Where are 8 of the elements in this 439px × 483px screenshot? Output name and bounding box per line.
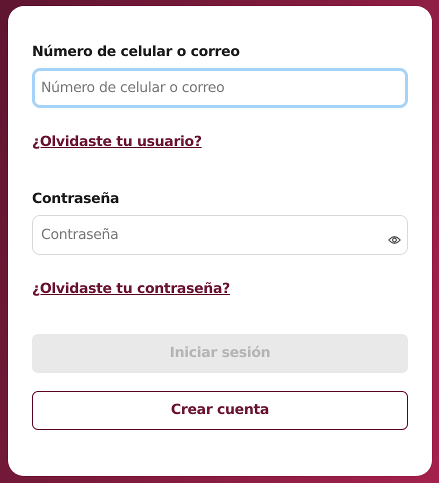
eye-icon[interactable] xyxy=(388,235,401,245)
field-label: Número de celular o correo xyxy=(32,43,241,62)
password-field[interactable]: Contraseña xyxy=(32,215,408,255)
forgot-link[interactable]: ¿Olvidaste tu usuario? xyxy=(32,132,202,153)
forgot-link[interactable]: ¿Olvidaste tu contraseña? xyxy=(32,279,230,300)
create-account-button[interactable]: Crear cuenta xyxy=(32,391,408,430)
input-field[interactable]: Número de celular o correo xyxy=(32,68,408,108)
field-label: Contraseña xyxy=(32,190,120,209)
